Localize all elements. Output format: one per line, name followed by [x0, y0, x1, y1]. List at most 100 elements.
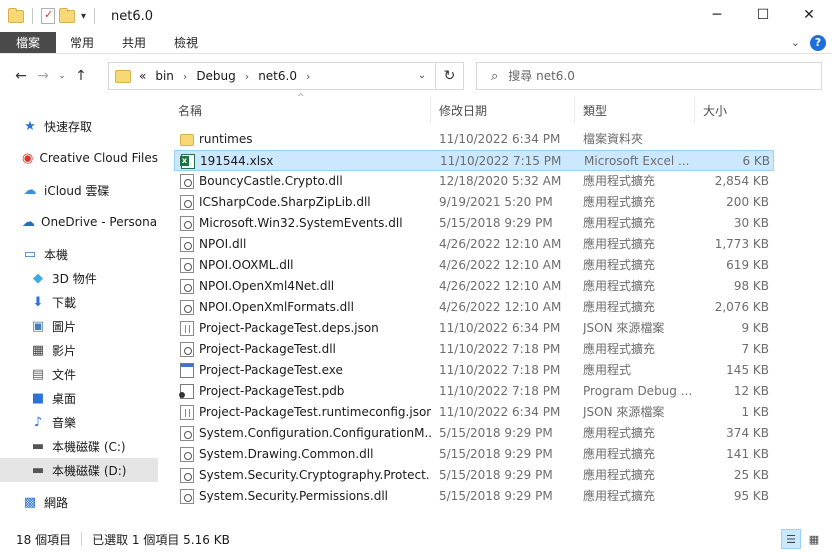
column-name[interactable]: 名稱 ^ — [170, 93, 431, 124]
help-icon[interactable]: ? — [810, 34, 826, 51]
column-type-label: 類型 — [583, 103, 608, 118]
file-row[interactable]: System.Drawing.Common.dll 5/15/2018 9:29 … — [174, 444, 774, 465]
customize-toolbar-chevron-icon[interactable]: ▾ — [81, 11, 86, 22]
dll-file-icon — [180, 216, 194, 231]
pictures-icon: ▣ — [31, 318, 45, 334]
file-type: JSON 來源檔案 — [583, 405, 665, 419]
expand-ribbon-chevron-icon[interactable]: ⌄ — [791, 36, 800, 49]
refresh-button[interactable]: ↻ — [436, 62, 464, 90]
status-bar: 18 個項目 已選取 1 個項目 5.16 KB ☰ ▦ — [0, 528, 832, 550]
file-row[interactable]: Microsoft.Win32.SystemEvents.dll 5/15/201… — [174, 213, 774, 234]
file-size: 1,773 KB — [714, 237, 769, 251]
up-button[interactable]: ↑ — [70, 68, 92, 84]
column-size[interactable]: 大小 — [695, 96, 775, 124]
sidebar-item[interactable]: ▭ 本機 — [0, 242, 158, 266]
file-row[interactable]: 191544.xlsx 11/10/2022 7:15 PM Microsoft E… — [174, 150, 774, 171]
address-bar[interactable]: « bin › Debug › net6.0 › — [108, 62, 436, 90]
sidebar-item[interactable]: ▬ 本機磁碟 (D:) — [0, 458, 158, 482]
sidebar-item-label: 3D 物件 — [52, 271, 97, 286]
sidebar-item-label: Creative Cloud Files — [39, 151, 158, 165]
breadcrumb-net6[interactable]: net6.0 — [258, 69, 297, 83]
sidebar-item[interactable]: ♪ 音樂 — [0, 410, 158, 434]
sidebar-item[interactable]: ▦ 影片 — [0, 338, 158, 362]
maximize-button[interactable]: ☐ — [740, 0, 786, 30]
address-history-chevron-icon[interactable]: ⌄ — [410, 62, 434, 88]
tab-view[interactable]: 檢視 — [160, 32, 212, 53]
navigation-bar: ← → ⌄ ↑ « bin › Debug › net6.0 › ⌄ ↻ ⌕ — [0, 60, 832, 92]
dll-file-icon — [180, 489, 194, 504]
file-row[interactable]: NPOI.OpenXmlFormats.dll 4/26/2022 12:10 A… — [174, 297, 774, 318]
sidebar-item[interactable]: ▩ 網路 — [0, 490, 158, 514]
file-type: 應用程式擴充 — [583, 426, 656, 440]
file-row[interactable]: NPOI.dll 4/26/2022 12:10 AM 應用程式擴充 1,773 KB — [174, 234, 774, 255]
file-row[interactable]: System.Security.Cryptography.Protect... 5… — [174, 465, 774, 486]
file-type: JSON 來源檔案 — [583, 321, 665, 335]
file-row[interactable]: NPOI.OpenXml4Net.dll 4/26/2022 12:10 AM 應用… — [174, 276, 774, 297]
sidebar-item[interactable]: ▬ 本機磁碟 (C:) — [0, 434, 158, 458]
file-type: 應用程式擴充 — [583, 300, 656, 314]
file-name: System.Security.Permissions.dll — [199, 489, 389, 503]
file-row[interactable]: BouncyCastle.Crypto.dll 12/18/2020 5:32 A… — [174, 171, 774, 192]
sidebar-item[interactable]: ◉ Creative Cloud Files — [0, 146, 158, 170]
breadcrumb: « bin › Debug › net6.0 › — [139, 69, 319, 83]
details-view-icon[interactable]: ☰ — [781, 529, 801, 549]
search-box[interactable]: ⌕ — [476, 62, 822, 90]
file-row[interactable]: NPOI.OOXML.dll 4/26/2022 12:10 AM 應用程式擴充 61… — [174, 255, 774, 276]
file-row[interactable]: Project-PackageTest.pdb 11/10/2022 7:18 P… — [174, 381, 774, 402]
forward-button[interactable]: → — [32, 68, 54, 84]
breadcrumb-separator[interactable]: › — [306, 70, 310, 83]
sidebar-item-label: 影片 — [52, 343, 77, 358]
close-button[interactable]: ✕ — [786, 0, 832, 30]
recent-locations-chevron-icon[interactable]: ⌄ — [54, 71, 70, 81]
file-type: 應用程式擴充 — [583, 447, 656, 461]
file-row[interactable]: Project-PackageTest.runtimeconfig.json 11… — [174, 402, 774, 423]
videos-icon: ▦ — [31, 342, 45, 358]
file-row[interactable]: Project-PackageTest.deps.json 11/10/2022 … — [174, 318, 774, 339]
new-folder-icon[interactable] — [59, 7, 75, 23]
music-icon: ♪ — [33, 414, 43, 430]
sidebar-item[interactable]: ⬇ 下載 — [0, 290, 158, 314]
selection-info: 已選取 1 個項目 5.16 KB — [92, 532, 230, 547]
column-date[interactable]: 修改日期 — [431, 96, 575, 124]
file-row[interactable]: ICSharpCode.SharpZipLib.dll 9/19/2021 5:2… — [174, 192, 774, 213]
large-icons-view-icon[interactable]: ▦ — [804, 529, 824, 549]
tab-share[interactable]: 共用 — [108, 32, 160, 53]
search-input[interactable] — [508, 69, 789, 83]
sidebar-item-label: 本機 — [44, 247, 69, 262]
file-row[interactable]: System.Configuration.ConfigurationM... 5/… — [174, 423, 774, 444]
sidebar-item[interactable]: ☁ iCloud 雲碟 — [0, 178, 158, 202]
file-size — [698, 129, 769, 150]
tab-home[interactable]: 常用 — [56, 32, 108, 53]
back-button[interactable]: ← — [10, 68, 32, 84]
tab-file[interactable]: 檔案 — [0, 32, 56, 53]
dll-file-icon — [180, 237, 194, 252]
drive-d-icon: ▬ — [31, 462, 45, 478]
properties-icon[interactable] — [41, 8, 55, 24]
breadcrumb-separator[interactable]: › — [245, 70, 249, 83]
column-type[interactable]: 類型 — [575, 96, 695, 124]
exe-file-icon — [180, 363, 194, 378]
file-size: 1 KB — [741, 405, 769, 419]
sidebar-item[interactable]: ▣ 圖片 — [0, 314, 158, 338]
hidden-crumbs-button[interactable]: « — [139, 69, 146, 83]
file-type: Program Debug ... — [583, 384, 693, 398]
file-name: BouncyCastle.Crypto.dll — [199, 174, 343, 188]
sidebar-item[interactable]: ★ 快速存取 — [0, 114, 158, 138]
breadcrumb-debug[interactable]: Debug — [196, 69, 235, 83]
sidebar-item[interactable]: ▤ 文件 — [0, 362, 158, 386]
desktop-icon: ■ — [31, 390, 45, 406]
documents-icon: ▤ — [31, 366, 45, 382]
file-name: runtimes — [199, 132, 253, 146]
minimize-button[interactable]: ─ — [694, 0, 740, 30]
file-row[interactable]: runtimes 11/10/2022 6:34 PM 檔案資料夾 — [174, 129, 774, 150]
breadcrumb-separator[interactable]: › — [183, 70, 187, 83]
breadcrumb-bin[interactable]: bin — [155, 69, 174, 83]
sidebar-item[interactable]: ■ 桌面 — [0, 386, 158, 410]
xlsx-file-icon — [180, 154, 195, 169]
file-row[interactable]: Project-PackageTest.exe 11/10/2022 7:18 P… — [174, 360, 774, 381]
file-row[interactable]: System.Security.Permissions.dll 5/15/2018… — [174, 486, 774, 507]
sidebar-item[interactable]: ◆ 3D 物件 — [0, 266, 158, 290]
view-switcher: ☰ ▦ — [781, 529, 824, 549]
file-row[interactable]: Project-PackageTest.dll 11/10/2022 7:18 P… — [174, 339, 774, 360]
sidebar-item[interactable]: ☁ OneDrive - Personal — [0, 210, 158, 234]
